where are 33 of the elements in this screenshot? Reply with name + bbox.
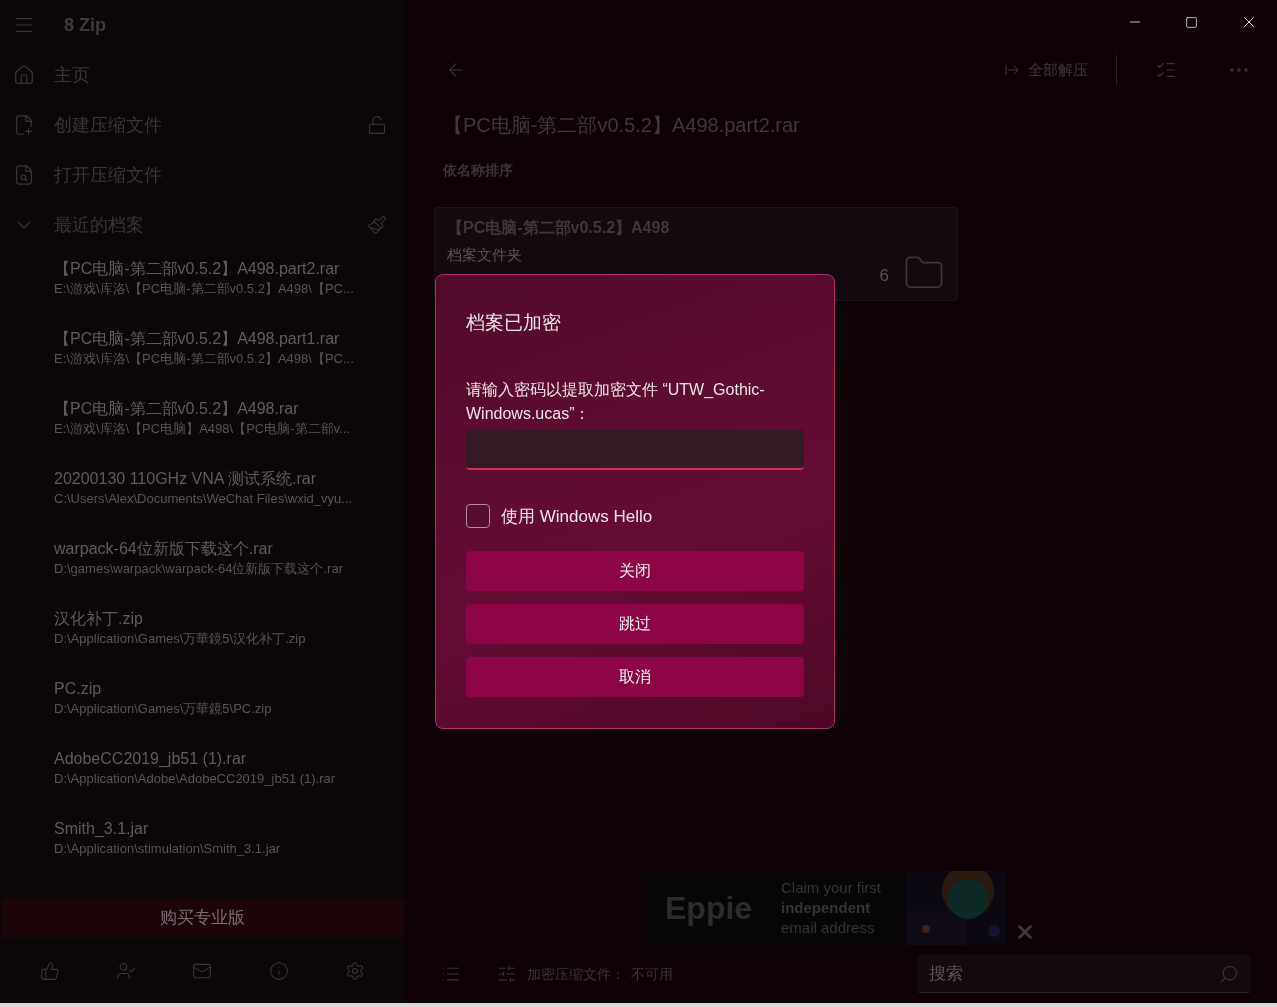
recent-file-item[interactable]: AdobeCC2019_jb51 (1).rar D:\Application\Adobe\AdobeCC2019_jb51 (1).rar	[0, 748, 405, 818]
dialog-button[interactable]: 关闭	[466, 551, 804, 591]
home-icon	[13, 64, 35, 86]
recent-file-item[interactable]: 20200130 110GHz VNA 测试系统.rar C:\Users\Alex\Documents\WeChat Files\wxid_vyu...	[0, 468, 405, 538]
checkbox[interactable]	[466, 504, 490, 529]
maximize-icon[interactable]	[1185, 15, 1198, 29]
recent-file-item[interactable]: 【PC电脑-第二部v0.5.2】A498.rar E:\游戏\库洛\【PC电脑】A498\【PC电脑-第二部v...	[0, 398, 405, 468]
dialog-message: 请输入密码以提取加密文件 “UTW_Gothic-Windows.ucas”：	[466, 379, 766, 424]
settings-icon[interactable]	[344, 960, 365, 981]
file-plus-icon	[13, 114, 35, 136]
dialog-title: 档案已加密	[466, 311, 562, 335]
password-field[interactable]	[466, 429, 804, 470]
extract-icon	[1004, 62, 1020, 78]
recent-file-item[interactable]: Smith_3.1.jar D:\Application\stimulation\Smith_3.1.jar	[0, 818, 405, 888]
recent-file-item[interactable]: PC.zip D:\Application\Games\万華鏡5\PC.zip	[0, 678, 405, 748]
purchase-button[interactable]: 购买专业版	[1, 898, 404, 938]
recent-file-item[interactable]: 汉化补丁.zip D:\Application\Games\万華鏡5\汉化补丁.zip	[0, 608, 405, 678]
info-icon[interactable]	[268, 960, 289, 981]
recent-file-item[interactable]: 【PC电脑-第二部v0.5.2】A498.part2.rar E:\游戏\库洛\【PC电脑-第二部v0.5.2】A498\【PC...	[0, 258, 405, 328]
broom-icon[interactable]	[367, 215, 387, 235]
dialog-button[interactable]: 取消	[466, 657, 804, 697]
search-field[interactable]: 搜索	[917, 955, 1251, 993]
dialog-button[interactable]: 跳过	[466, 604, 804, 644]
folder-type: 档案文件夹	[447, 245, 523, 265]
search-icon[interactable]	[1219, 964, 1239, 984]
thumbs-up-icon[interactable]	[40, 960, 61, 981]
file-search-icon	[13, 164, 35, 186]
item-count: 6	[879, 264, 889, 287]
user-icon[interactable]	[116, 960, 137, 981]
checkbox-label: 使用 Windows Hello	[501, 505, 653, 528]
filter-icon[interactable]	[497, 964, 517, 984]
recent-file-item[interactable]: 【PC电脑-第二部v0.5.2】A498.part1.rar E:\游戏\库洛\【PC电脑-第二部v0.5.2】A498\【PC...	[0, 328, 405, 398]
recent-file-item[interactable]: warpack-64位新版下载这个.rar D:\games\warpack\warpack-64位新版下载这个.rar	[0, 538, 405, 608]
